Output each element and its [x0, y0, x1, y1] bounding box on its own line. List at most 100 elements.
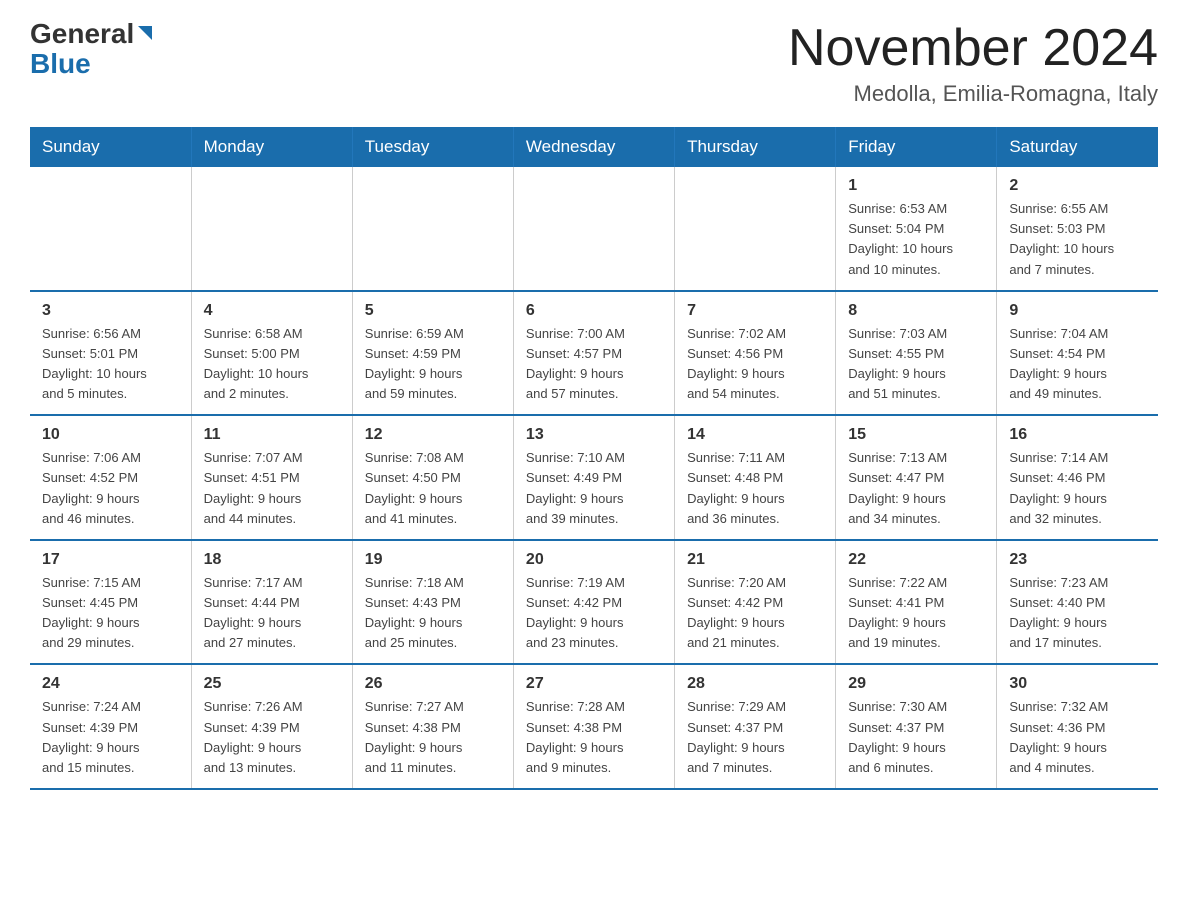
day-info: Sunrise: 7:14 AM Sunset: 4:46 PM Dayligh… — [1009, 448, 1146, 529]
calendar-cell: 15Sunrise: 7:13 AM Sunset: 4:47 PM Dayli… — [836, 415, 997, 540]
day-info: Sunrise: 7:23 AM Sunset: 4:40 PM Dayligh… — [1009, 573, 1146, 654]
day-number: 23 — [1009, 551, 1146, 569]
calendar-cell: 18 Sunrise: 7:17 AM Sunset: 4:44 PM Dayli… — [191, 540, 352, 665]
day-number: 9 — [1009, 302, 1146, 320]
calendar-week-row: 17 Sunrise: 7:15 AM Sunset: 4:45 PM Dayli… — [30, 540, 1158, 665]
calendar-cell: 26 Sunrise: 7:27 AM Sunset: 4:38 PM Dayli… — [352, 664, 513, 789]
calendar-title: November 2024 — [788, 20, 1158, 77]
header-tuesday: Tuesday — [352, 127, 513, 167]
day-number: 17 — [42, 551, 179, 569]
day-number: 29 — [848, 675, 984, 693]
day-number: 4 — [204, 302, 340, 320]
logo-triangle-icon — [134, 22, 156, 44]
calendar-cell: 21 Sunrise: 7:20 AM Sunset: 4:42 PM Dayli… — [675, 540, 836, 665]
day-number: 13 — [526, 426, 662, 444]
logo: General Blue — [30, 20, 156, 80]
calendar-cell — [513, 167, 674, 291]
day-info: Sunrise: 7:26 AM Sunset: 4:39 PM Dayligh… — [204, 697, 340, 778]
calendar-cell: 5 Sunrise: 6:59 AM Sunset: 4:59 PM Daylig… — [352, 291, 513, 416]
day-info: Sunrise: 7:04 AM Sunset: 4:54 PM Dayligh… — [1009, 324, 1146, 405]
day-number: 1 — [848, 177, 984, 195]
day-info: Sunrise: 6:55 AM Sunset: 5:03 PM Dayligh… — [1009, 199, 1146, 280]
day-info: Sunrise: 7:03 AM Sunset: 4:55 PM Dayligh… — [848, 324, 984, 405]
calendar-cell — [30, 167, 191, 291]
calendar-cell: 22 Sunrise: 7:22 AM Sunset: 4:41 PM Dayli… — [836, 540, 997, 665]
day-number: 21 — [687, 551, 823, 569]
day-info: Sunrise: 6:58 AM Sunset: 5:00 PM Dayligh… — [204, 324, 340, 405]
day-number: 16 — [1009, 426, 1146, 444]
day-info: Sunrise: 6:56 AM Sunset: 5:01 PM Dayligh… — [42, 324, 179, 405]
calendar-cell: 4 Sunrise: 6:58 AM Sunset: 5:00 PM Daylig… — [191, 291, 352, 416]
day-number: 7 — [687, 302, 823, 320]
day-number: 8 — [848, 302, 984, 320]
day-number: 11 — [204, 426, 340, 444]
header-thursday: Thursday — [675, 127, 836, 167]
calendar-cell: 14 Sunrise: 7:11 AM Sunset: 4:48 PM Dayli… — [675, 415, 836, 540]
calendar-cell: 8 Sunrise: 7:03 AM Sunset: 4:55 PM Daylig… — [836, 291, 997, 416]
day-info: Sunrise: 7:06 AM Sunset: 4:52 PM Dayligh… — [42, 448, 179, 529]
calendar-cell: 3 Sunrise: 6:56 AM Sunset: 5:01 PM Daylig… — [30, 291, 191, 416]
calendar-cell: 12Sunrise: 7:08 AM Sunset: 4:50 PM Dayli… — [352, 415, 513, 540]
logo-general-text: General — [30, 20, 134, 48]
day-info: Sunrise: 7:30 AM Sunset: 4:37 PM Dayligh… — [848, 697, 984, 778]
day-info: Sunrise: 7:28 AM Sunset: 4:38 PM Dayligh… — [526, 697, 662, 778]
day-number: 10 — [42, 426, 179, 444]
header-wednesday: Wednesday — [513, 127, 674, 167]
header-saturday: Saturday — [997, 127, 1158, 167]
day-number: 22 — [848, 551, 984, 569]
calendar-cell: 10 Sunrise: 7:06 AM Sunset: 4:52 PM Dayli… — [30, 415, 191, 540]
calendar-cell: 25Sunrise: 7:26 AM Sunset: 4:39 PM Dayli… — [191, 664, 352, 789]
calendar-subtitle: Medolla, Emilia-Romagna, Italy — [788, 81, 1158, 107]
day-number: 3 — [42, 302, 179, 320]
calendar-table: Sunday Monday Tuesday Wednesday Thursday… — [30, 127, 1158, 790]
weekday-header-row: Sunday Monday Tuesday Wednesday Thursday… — [30, 127, 1158, 167]
day-info: Sunrise: 7:19 AM Sunset: 4:42 PM Dayligh… — [526, 573, 662, 654]
day-info: Sunrise: 7:07 AM Sunset: 4:51 PM Dayligh… — [204, 448, 340, 529]
calendar-cell — [675, 167, 836, 291]
day-number: 6 — [526, 302, 662, 320]
day-info: Sunrise: 6:59 AM Sunset: 4:59 PM Dayligh… — [365, 324, 501, 405]
calendar-cell: 29 Sunrise: 7:30 AM Sunset: 4:37 PM Dayli… — [836, 664, 997, 789]
header-sunday: Sunday — [30, 127, 191, 167]
calendar-cell — [191, 167, 352, 291]
calendar-cell: 2 Sunrise: 6:55 AM Sunset: 5:03 PM Daylig… — [997, 167, 1158, 291]
day-number: 26 — [365, 675, 501, 693]
day-info: Sunrise: 7:29 AM Sunset: 4:37 PM Dayligh… — [687, 697, 823, 778]
day-info: Sunrise: 6:53 AM Sunset: 5:04 PM Dayligh… — [848, 199, 984, 280]
day-number: 5 — [365, 302, 501, 320]
calendar-cell: 20 Sunrise: 7:19 AM Sunset: 4:42 PM Dayli… — [513, 540, 674, 665]
day-info: Sunrise: 7:22 AM Sunset: 4:41 PM Dayligh… — [848, 573, 984, 654]
calendar-cell: 6 Sunrise: 7:00 AM Sunset: 4:57 PM Daylig… — [513, 291, 674, 416]
calendar-cell: 28 Sunrise: 7:29 AM Sunset: 4:37 PM Dayli… — [675, 664, 836, 789]
day-info: Sunrise: 7:32 AM Sunset: 4:36 PM Dayligh… — [1009, 697, 1146, 778]
title-block: November 2024 Medolla, Emilia-Romagna, I… — [788, 20, 1158, 107]
calendar-cell: 24Sunrise: 7:24 AM Sunset: 4:39 PM Dayli… — [30, 664, 191, 789]
day-info: Sunrise: 7:20 AM Sunset: 4:42 PM Dayligh… — [687, 573, 823, 654]
day-number: 27 — [526, 675, 662, 693]
day-number: 12 — [365, 426, 501, 444]
calendar-cell: 23 Sunrise: 7:23 AM Sunset: 4:40 PM Dayli… — [997, 540, 1158, 665]
calendar-cell — [352, 167, 513, 291]
day-info: Sunrise: 7:11 AM Sunset: 4:48 PM Dayligh… — [687, 448, 823, 529]
day-info: Sunrise: 7:17 AM Sunset: 4:44 PM Dayligh… — [204, 573, 340, 654]
day-number: 20 — [526, 551, 662, 569]
calendar-week-row: 3 Sunrise: 6:56 AM Sunset: 5:01 PM Daylig… — [30, 291, 1158, 416]
day-number: 2 — [1009, 177, 1146, 195]
day-info: Sunrise: 7:27 AM Sunset: 4:38 PM Dayligh… — [365, 697, 501, 778]
calendar-cell: 13 Sunrise: 7:10 AM Sunset: 4:49 PM Dayli… — [513, 415, 674, 540]
day-number: 15 — [848, 426, 984, 444]
day-number: 18 — [204, 551, 340, 569]
day-number: 24 — [42, 675, 179, 693]
day-info: Sunrise: 7:15 AM Sunset: 4:45 PM Dayligh… — [42, 573, 179, 654]
day-info: Sunrise: 7:00 AM Sunset: 4:57 PM Dayligh… — [526, 324, 662, 405]
header: General Blue November 2024 Medolla, Emil… — [30, 20, 1158, 107]
day-number: 14 — [687, 426, 823, 444]
calendar-cell: 9 Sunrise: 7:04 AM Sunset: 4:54 PM Daylig… — [997, 291, 1158, 416]
calendar-cell: 16 Sunrise: 7:14 AM Sunset: 4:46 PM Dayli… — [997, 415, 1158, 540]
logo-blue-text: Blue — [30, 48, 91, 79]
calendar-cell: 7Sunrise: 7:02 AM Sunset: 4:56 PM Daylig… — [675, 291, 836, 416]
calendar-week-row: 1 Sunrise: 6:53 AM Sunset: 5:04 PM Daylig… — [30, 167, 1158, 291]
day-info: Sunrise: 7:10 AM Sunset: 4:49 PM Dayligh… — [526, 448, 662, 529]
day-number: 28 — [687, 675, 823, 693]
calendar-week-row: 10 Sunrise: 7:06 AM Sunset: 4:52 PM Dayli… — [30, 415, 1158, 540]
